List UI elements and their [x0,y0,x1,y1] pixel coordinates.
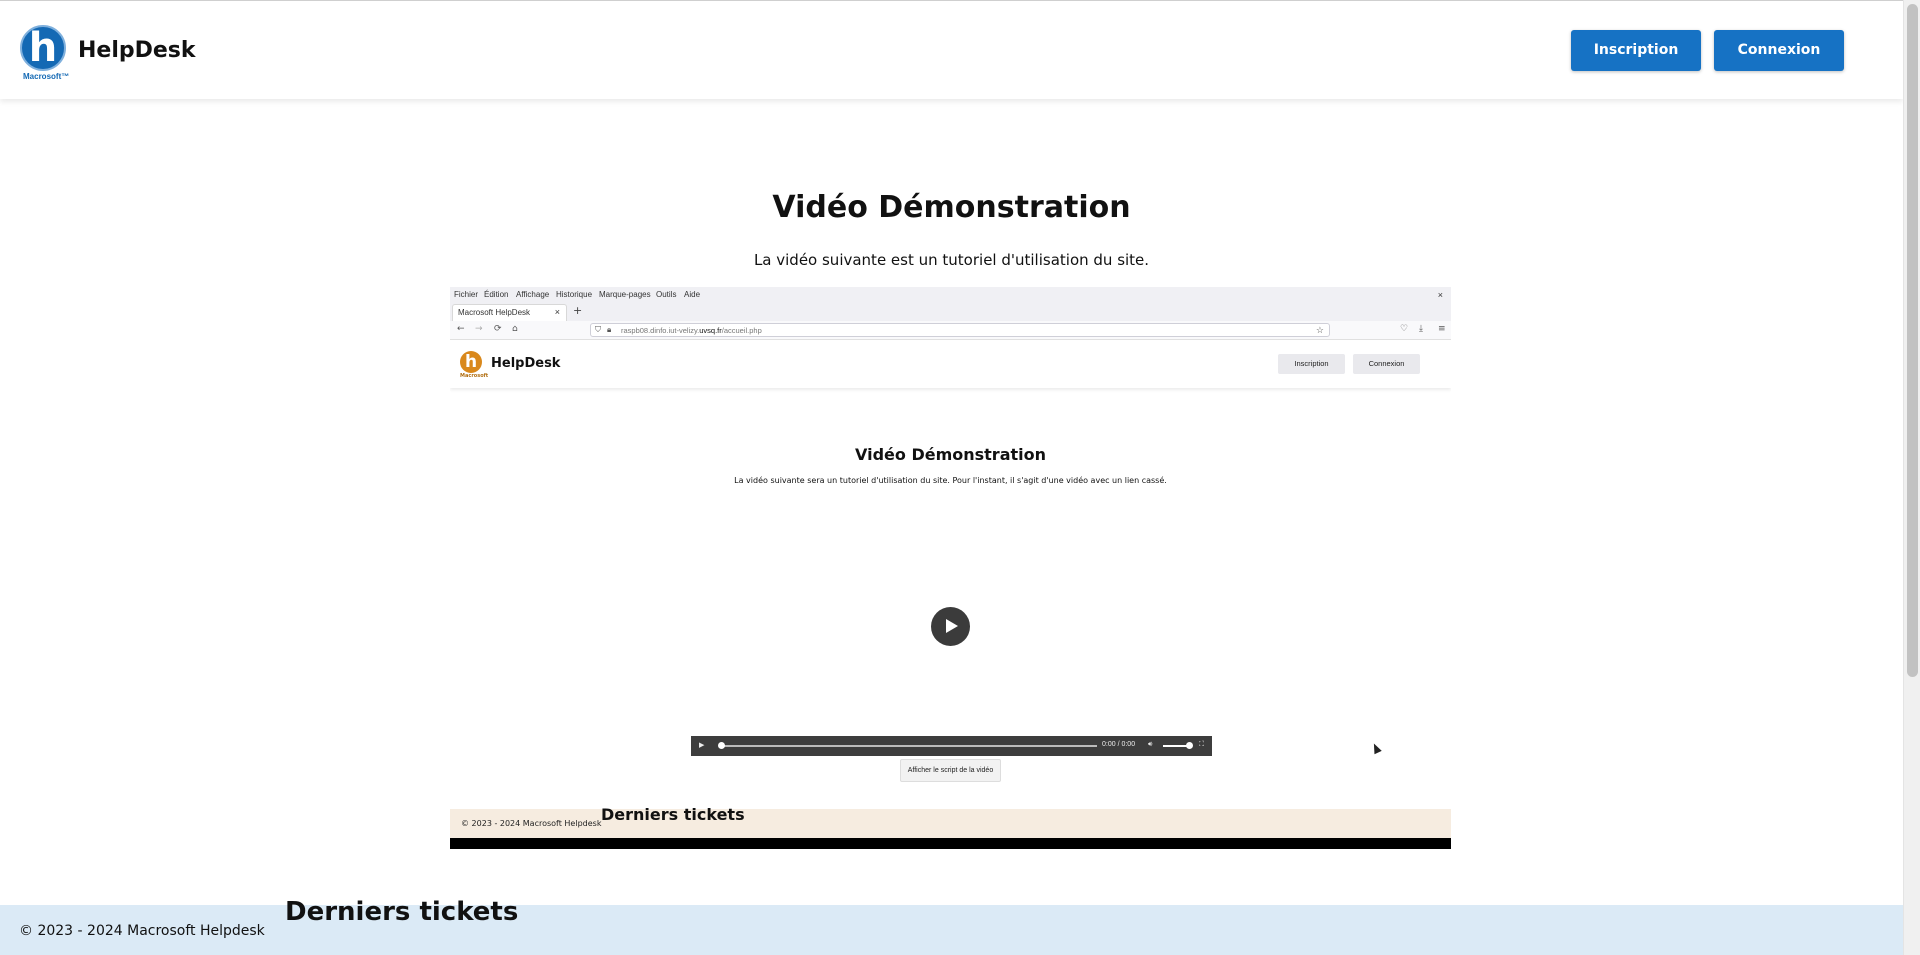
volume-icon[interactable]: 🔊︎ [1148,741,1152,749]
logo-subtitle: Macrosoft™ [23,72,70,81]
lock-icon: 🔒︎ [607,325,612,334]
reload-icon: ⟳ [494,324,502,334]
video-site-header: h Macrosoft HelpDesk Inscription Connexi… [450,340,1451,388]
video-time: 0:00 / 0:00 [1102,741,1136,748]
brand-name: HelpDesk [78,38,196,63]
video-browser-tabbar: Macrosoft HelpDesk × + [450,303,1451,321]
pocket-icon: ♡ [1400,324,1409,334]
shield-icon: ⛉ [595,325,601,334]
page-title: Vidéo Démonstration [772,190,1131,225]
video-progress-bar[interactable] [718,742,1097,749]
play-icon[interactable] [931,607,970,646]
video-signup-button: Inscription [1278,354,1345,374]
menu-item-file: Fichier [454,290,479,299]
show-script-button: Afficher le script de la vidéo [900,759,1001,782]
video-site-logo: h [460,351,482,373]
tab-close-icon: × [554,307,560,317]
signup-button[interactable]: Inscription [1571,30,1701,71]
page-scrollbar[interactable] [1903,0,1920,955]
logo-letter: h [28,25,58,71]
video-site-brand: HelpDesk [491,356,561,371]
forward-arrow-icon: → [475,324,483,334]
menu-icon: ≡ [1438,324,1446,334]
video-browser-tab: Macrosoft HelpDesk × [452,304,567,321]
login-button[interactable]: Connexion [1714,30,1844,71]
menu-item-tools: Outils [656,290,677,299]
video-site-title: Vidéo Démonstration [854,445,1046,464]
video-browser-menubar: Fichier Édition Affichage Historique Mar… [450,287,1451,303]
tab-title: Macrosoft HelpDesk [458,308,531,317]
video-site-tickets-heading: Derniers tickets [601,805,745,824]
video-site-footer-text: © 2023 - 2024 Macrosoft Helpdesk [461,819,602,828]
home-icon: ⌂ [512,324,518,334]
demo-video[interactable]: Fichier Édition Affichage Historique Mar… [450,287,1451,849]
video-site-logo-subtitle: Macrosoft [460,373,489,379]
video-login-button: Connexion [1353,354,1420,374]
video-browser-navbar: ← → ⟳ ⌂ ⛉ 🔒︎ raspb08.dinfo.iut-velizy.uv… [450,321,1451,340]
fullscreen-icon[interactable]: ⛶ [1199,741,1204,749]
bookmark-star-icon: ☆ [1315,325,1324,335]
menu-item-history: Historique [556,290,593,299]
video-site-subtitle: La vidéo suivante sera un tutoriel d'uti… [734,476,1167,485]
page-subtitle: La vidéo suivante est un tutoriel d'util… [753,251,1150,269]
menu-item-bookmarks: Marque-pages [599,290,651,299]
scrollbar-thumb[interactable] [1907,4,1918,677]
helpdesk-logo[interactable]: h Macrosoft™ [20,25,70,83]
control-play-icon[interactable]: ▶ [699,741,704,749]
footer-copyright: © 2023 - 2024 Macrosoft Helpdesk [19,923,265,939]
close-icon: × [1437,290,1443,300]
latest-tickets-heading: Derniers tickets [285,897,519,927]
site-header: h Macrosoft™ HelpDesk Inscription Connex… [0,0,1903,99]
new-tab-icon: + [573,304,583,317]
volume-slider[interactable] [1163,742,1193,749]
menu-item-view: Affichage [516,290,550,299]
back-arrow-icon: ← [457,324,465,334]
download-icon: ⤓ [1419,324,1423,334]
video-letterbox-bar [450,838,1451,849]
video-controls[interactable]: ▶ 0:00 / 0:00 🔊︎ ⛶ [691,736,1212,756]
menu-item-help: Aide [684,290,701,299]
menu-item-edit: Édition [484,290,509,299]
url-text: raspb08.dinfo.iut-velizy.uvsq.fr/accueil… [621,326,762,335]
video-browser-url-bar: ⛉ 🔒︎ raspb08.dinfo.iut-velizy.uvsq.fr/ac… [590,323,1330,337]
